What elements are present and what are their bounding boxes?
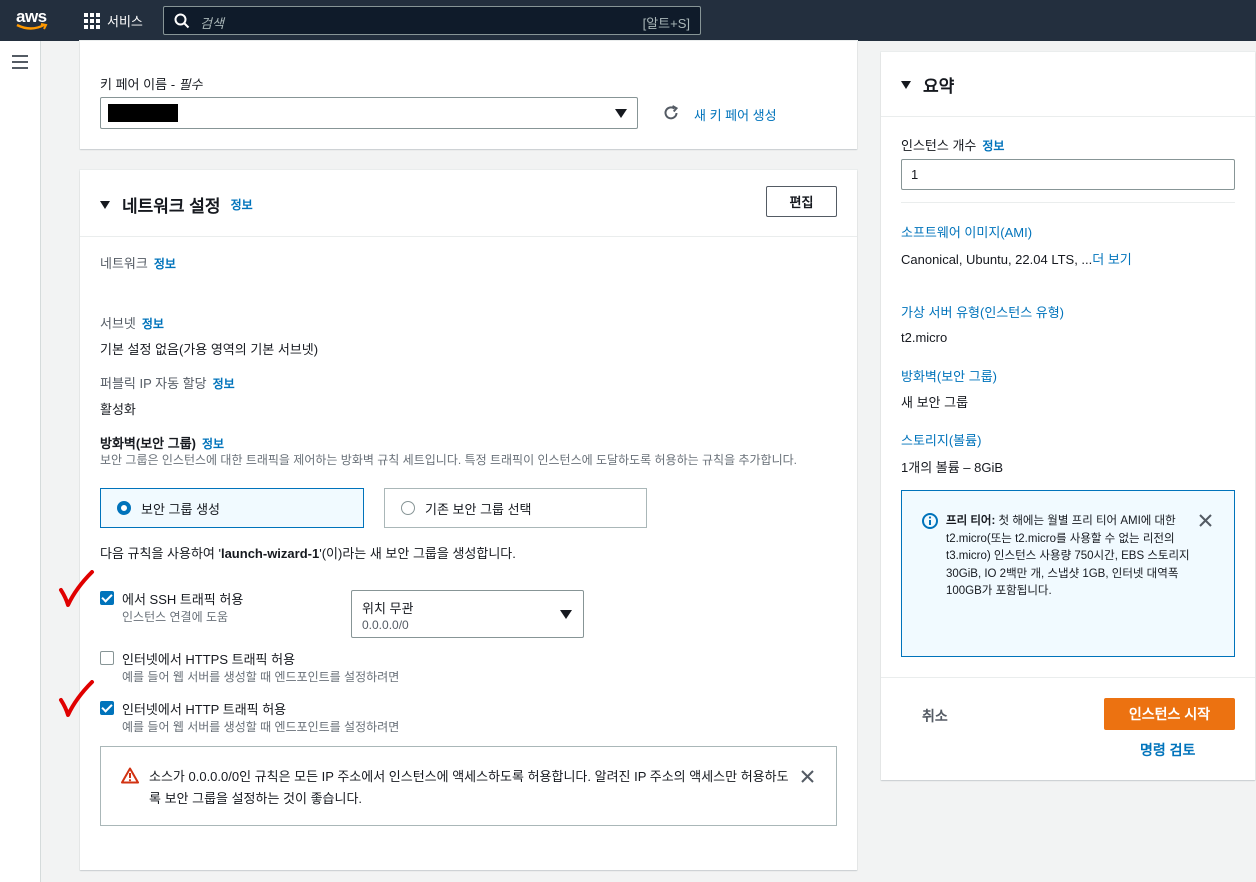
ami-link[interactable]: 소프트웨어 이미지(AMI) (901, 222, 1032, 241)
ssh-source-label: 위치 무관 (362, 601, 414, 616)
key-pair-panel: 키 페어 이름 - 필수 새 키 페어 생성 (80, 41, 857, 149)
hamburger-menu-icon[interactable] (12, 55, 28, 73)
existing-security-group-option[interactable]: 기존 보안 그룹 선택 (384, 488, 647, 528)
http-label: 인터넷에서 HTTP 트래픽 허용 (122, 702, 287, 717)
services-label: 서비스 (107, 14, 143, 29)
free-tier-info-box: 프리 티어: 첫 해에는 월별 프리 티어 AMI에 대한 t2.micro(또… (901, 490, 1235, 657)
key-pair-select[interactable] (100, 97, 638, 129)
search-box[interactable]: 검색 [알트+S] (163, 6, 701, 35)
public-ip-value: 활성화 (100, 402, 136, 417)
instances-label: 인스턴스 개수 정보 (901, 138, 1005, 153)
radio-unselected (401, 501, 415, 515)
warning-alert: 소스가 0.0.0.0/0인 규칙은 모든 IP 주소에서 인스턴스에 액세스하… (100, 746, 837, 826)
create-security-group-label: 보안 그룹 생성 (141, 501, 220, 517)
red-checkmark-annotation-icon (59, 570, 94, 607)
ssh-label: 에서 SSH 트래픽 허용 (122, 592, 244, 607)
network-field-info-link[interactable]: 정보 (154, 257, 176, 271)
services-menu[interactable]: 서비스 (84, 11, 143, 30)
instances-input-value: 1 (911, 167, 919, 182)
top-navigation-bar: aws 서비스 검색 [알트+S] (0, 0, 1256, 41)
network-header[interactable]: 네트워크 설정 정보 (100, 192, 253, 217)
firewall-description: 보안 그룹은 인스턴스에 대한 트래픽을 제어하는 방화벽 규칙 세트입니다. … (100, 453, 798, 467)
radio-selected (117, 501, 131, 515)
summary-header[interactable]: 요약 (901, 72, 954, 97)
ssh-source-value: 0.0.0.0/0 (362, 618, 409, 632)
aws-smile-icon (16, 23, 48, 30)
caret-down-icon (615, 109, 627, 118)
header-divider (80, 236, 857, 237)
public-ip-info-link[interactable]: 정보 (213, 377, 235, 391)
red-checkmark-annotation-icon (59, 680, 94, 717)
close-icon[interactable] (801, 770, 814, 783)
aws-logo[interactable]: aws (14, 6, 54, 34)
https-checkbox[interactable] (100, 651, 114, 665)
instances-input[interactable]: 1 (901, 159, 1235, 190)
ami-more-link[interactable]: 더 보기 (1092, 252, 1132, 267)
collapse-caret-icon (100, 200, 110, 209)
http-checkbox[interactable] (100, 701, 114, 715)
subnet-label: 서브넷 정보 (100, 316, 164, 331)
https-label: 인터넷에서 HTTPS 트래픽 허용 (122, 652, 296, 667)
instances-info-link[interactable]: 정보 (982, 139, 1004, 153)
firewall-value: 새 보안 그룹 (901, 395, 969, 410)
key-pair-label: 키 페어 이름 - 필수 (100, 77, 203, 92)
warning-icon (121, 767, 139, 784)
info-icon (922, 513, 938, 529)
new-key-pair-link[interactable]: 새 키 페어 생성 (694, 105, 777, 124)
subnet-info-link[interactable]: 정보 (142, 317, 164, 331)
redacted-value (108, 104, 178, 122)
review-commands-link[interactable]: 명령 검토 (1140, 740, 1195, 760)
network-label: 네트워크 정보 (100, 256, 176, 271)
network-title: 네트워크 설정 (122, 197, 221, 216)
instance-type-link[interactable]: 가상 서버 유형(인스턴스 유형) (901, 302, 1064, 321)
https-sublabel: 예를 들어 웹 서버를 생성할 때 엔드포인트를 설정하려면 (122, 670, 400, 684)
summary-panel: 요약 인스턴스 개수 정보 1 소프트웨어 이미지(AMI) Canonical,… (881, 52, 1255, 780)
ssh-source-select[interactable]: 위치 무관 0.0.0.0/0 (351, 590, 584, 638)
left-nav-rail (0, 41, 41, 882)
summary-title: 요약 (923, 77, 955, 96)
storage-link[interactable]: 스토리지(볼륨) (901, 430, 981, 449)
search-icon (174, 13, 190, 29)
summary-header-divider (881, 116, 1255, 117)
launch-instance-button[interactable]: 인스턴스 시작 (1104, 698, 1235, 730)
cancel-button[interactable]: 취소 (922, 706, 948, 726)
summary-footer-divider (881, 677, 1255, 678)
storage-value: 1개의 볼륨 – 8GiB (901, 460, 1004, 475)
refresh-icon[interactable] (662, 104, 680, 122)
instance-type-value: t2.micro (901, 330, 948, 345)
close-icon[interactable] (1199, 514, 1212, 527)
firewall-link[interactable]: 방화벽(보안 그룹) (901, 366, 997, 385)
grid-icon (84, 12, 100, 29)
existing-security-group-label: 기존 보안 그룹 선택 (425, 501, 532, 517)
caret-down-icon (560, 610, 572, 619)
http-sublabel: 예를 들어 웹 서버를 생성할 때 엔드포인트를 설정하려면 (122, 720, 400, 734)
public-ip-label: 퍼블릭 IP 자동 할당 정보 (100, 376, 235, 391)
edit-button[interactable]: 편집 (766, 186, 837, 217)
search-placeholder: 검색 (200, 16, 224, 31)
subnet-value: 기본 설정 없음(가용 영역의 기본 서브넷) (100, 342, 319, 357)
network-settings-panel: 네트워크 설정 정보 편집 네트워크 정보 서브넷 정보 기본 설정 없음(가용 영… (80, 170, 857, 870)
rule-description: 다음 규칙을 사용하여 'launch-wizard-1'(이)라는 새 보안 … (100, 546, 516, 561)
ssh-checkbox[interactable] (100, 591, 114, 605)
network-info-link[interactable]: 정보 (231, 196, 253, 213)
free-tier-text: 프리 티어: 첫 해에는 월별 프리 티어 AMI에 대한 t2.micro(또… (946, 515, 1190, 597)
firewall-label: 방화벽(보안 그룹) 정보 (100, 436, 225, 451)
ssh-sublabel: 인스턴스 연결에 도움 (122, 610, 229, 624)
warning-text: 소스가 0.0.0.0/0인 규칙은 모든 IP 주소에서 인스턴스에 액세스하… (149, 769, 789, 806)
create-security-group-option[interactable]: 보안 그룹 생성 (100, 488, 364, 528)
firewall-info-link[interactable]: 정보 (202, 437, 224, 451)
collapse-caret-icon (901, 80, 911, 89)
search-shortcut: [알트+S] (642, 16, 690, 31)
summary-divider (901, 202, 1235, 203)
ami-value: Canonical, Ubuntu, 22.04 LTS, ...더 보기 (901, 252, 1132, 267)
